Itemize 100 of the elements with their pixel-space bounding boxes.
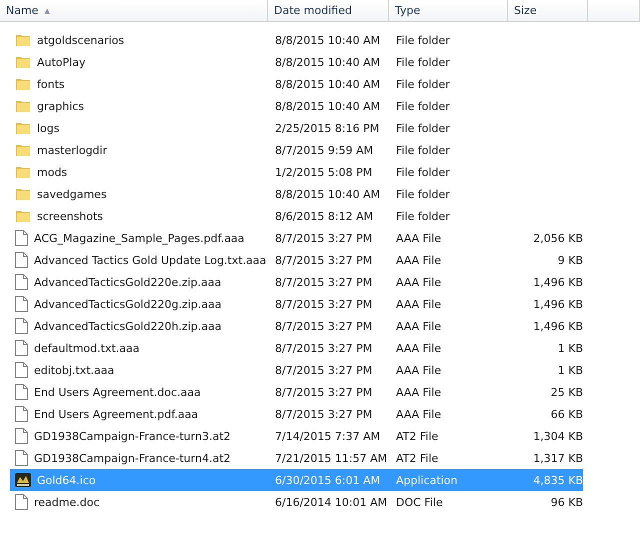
folder-icon [15, 209, 31, 223]
date-modified: 8/7/2015 3:27 PM [274, 298, 374, 310]
file-name: AdvancedTacticsGold220e.zip.aaa [34, 276, 222, 288]
folder-icon [15, 77, 31, 91]
date-modified: 2/25/2015 8:16 PM [274, 122, 380, 134]
file-type: AAA File [395, 276, 442, 288]
file-size: 1,317 KB [532, 452, 583, 464]
folder-icon [15, 33, 31, 47]
document-icon [15, 274, 28, 290]
file-row[interactable]: GD1938Campaign-France-turn3.at2 7/14/2015 7:37 AM AT2 File 1,304 KB [10, 425, 583, 447]
file-type: AT2 File [395, 430, 440, 442]
application-icon [15, 472, 31, 488]
date-modified: 6/30/2015 6:01 AM [274, 474, 382, 486]
file-type: AAA File [395, 298, 442, 310]
date-modified: 8/7/2015 3:27 PM [274, 232, 374, 244]
date-modified: 8/7/2015 3:27 PM [274, 320, 374, 332]
file-type: AAA File [395, 320, 442, 332]
file-name: GD1938Campaign-France-turn3.at2 [34, 430, 231, 442]
file-type: File folder [395, 188, 451, 200]
file-size: 2,056 KB [532, 232, 583, 244]
file-type: Application [395, 474, 458, 486]
file-size: 4,835 KB [532, 474, 583, 486]
file-row[interactable]: mods 1/2/2015 5:08 PM File folder [10, 161, 583, 183]
file-name: screenshots [37, 210, 104, 222]
file-row[interactable]: AdvancedTacticsGold220e.zip.aaa 8/7/2015 3:27 PM AAA File 1,496 KB [10, 271, 583, 293]
file-row[interactable]: AdvancedTacticsGold220g.zip.aaa 8/7/2015 3:27 PM AAA File 1,496 KB [10, 293, 583, 315]
document-icon [15, 252, 28, 268]
file-type: AAA File [395, 386, 442, 398]
column-header[interactable]: Type [389, 0, 508, 21]
file-type: DOC File [395, 496, 444, 508]
column-header[interactable]: Size [508, 0, 588, 21]
file-name: readme.doc [34, 496, 100, 508]
document-icon [15, 296, 28, 312]
file-size: 1,496 KB [532, 320, 583, 332]
file-type: AAA File [395, 232, 442, 244]
file-row[interactable]: GD1938Campaign-France-turn4.at2 7/21/2015 11:57 AM AT2 File 1,317 KB [10, 447, 583, 469]
file-name: Gold64.ico [37, 474, 96, 486]
date-modified: 8/8/2015 10:40 AM [274, 78, 382, 90]
document-icon [15, 406, 28, 422]
file-row[interactable]: savedgames 8/8/2015 10:40 AM File folder [10, 183, 583, 205]
file-size: 1,496 KB [532, 298, 583, 310]
file-row[interactable]: screenshots 8/6/2015 8:12 AM File folder [10, 205, 583, 227]
file-type: AT2 File [395, 452, 440, 464]
date-modified: 1/2/2015 5:08 PM [274, 166, 374, 178]
file-name: AutoPlay [37, 56, 86, 68]
file-row[interactable]: AutoPlay 8/8/2015 10:40 AM File folder [10, 51, 583, 73]
file-row[interactable]: defaultmod.txt.aaa 8/7/2015 3:27 PM AAA File 1 KB [10, 337, 583, 359]
file-type: File folder [395, 122, 451, 134]
date-modified: 6/16/2014 10:01 AM [274, 496, 388, 508]
date-modified: 8/7/2015 3:27 PM [274, 254, 374, 266]
document-icon [15, 384, 28, 400]
file-row[interactable]: ACG_Magazine_Sample_Pages.pdf.aaa 8/7/2015 3:27 PM AAA File 2,056 KB [10, 227, 583, 249]
document-icon [15, 362, 28, 378]
file-type: AAA File [395, 342, 442, 354]
file-size: 66 KB [550, 408, 583, 420]
file-name: fonts [37, 78, 65, 90]
file-row[interactable]: End Users Agreement.pdf.aaa 8/7/2015 3:27 PM AAA File 66 KB [10, 403, 583, 425]
document-icon [15, 494, 28, 510]
date-modified: 8/7/2015 9:59 AM [274, 144, 374, 156]
file-name: atgoldscenarios [37, 34, 124, 46]
file-row[interactable]: End Users Agreement.doc.aaa 8/7/2015 3:27 PM AAA File 25 KB [10, 381, 583, 403]
file-name: AdvancedTacticsGold220g.zip.aaa [34, 298, 222, 310]
folder-icon [15, 55, 31, 69]
file-size: 1 KB [556, 364, 583, 376]
file-name: masterlogdir [37, 144, 108, 156]
folder-icon [15, 121, 31, 135]
file-type: File folder [395, 78, 451, 90]
date-modified: 8/7/2015 3:27 PM [274, 386, 374, 398]
file-type: AAA File [395, 254, 442, 266]
file-name: graphics [37, 100, 84, 112]
date-modified: 7/21/2015 11:57 AM [274, 452, 388, 464]
file-size: 25 KB [550, 386, 583, 398]
file-name: mods [37, 166, 68, 178]
file-size: 1,304 KB [532, 430, 583, 442]
file-row[interactable]: atgoldscenarios 8/8/2015 10:40 AM File folder [10, 29, 583, 51]
file-row[interactable]: logs 2/25/2015 8:16 PM File folder [10, 117, 583, 139]
file-type: File folder [395, 210, 451, 222]
file-row[interactable]: masterlogdir 8/7/2015 9:59 AM File folder [10, 139, 583, 161]
file-row[interactable]: Advanced Tactics Gold Update Log.txt.aaa 8/7/2015 3:27 PM AAA File 9 KB [10, 249, 583, 271]
date-modified: 8/6/2015 8:12 AM [274, 210, 374, 222]
file-row[interactable]: AdvancedTacticsGold220h.zip.aaa 8/7/2015 3:27 PM AAA File 1,496 KB [10, 315, 583, 337]
file-row[interactable]: readme.doc 6/16/2014 10:01 AM DOC File 96 KB [10, 491, 583, 513]
file-row[interactable]: graphics 8/8/2015 10:40 AM File folder [10, 95, 583, 117]
date-modified: 8/8/2015 10:40 AM [274, 100, 382, 112]
folder-icon [15, 99, 31, 113]
file-name: logs [37, 122, 60, 134]
document-icon [15, 318, 28, 334]
file-name: End Users Agreement.pdf.aaa [34, 408, 198, 420]
file-size: 1 KB [556, 342, 583, 354]
file-name: GD1938Campaign-France-turn4.at2 [34, 452, 231, 464]
file-type: File folder [395, 34, 451, 46]
date-modified: 8/7/2015 3:27 PM [274, 408, 374, 420]
column-header[interactable]: Date modified [268, 0, 389, 21]
file-row[interactable]: editobj.txt.aaa 8/7/2015 3:27 PM AAA File 1 KB [10, 359, 583, 381]
file-type: File folder [395, 166, 451, 178]
file-row[interactable]: fonts 8/8/2015 10:40 AM File folder [10, 73, 583, 95]
document-icon [15, 340, 28, 356]
date-modified: 8/7/2015 3:27 PM [274, 276, 374, 288]
file-type: AAA File [395, 408, 442, 420]
file-size: 96 KB [550, 496, 583, 508]
